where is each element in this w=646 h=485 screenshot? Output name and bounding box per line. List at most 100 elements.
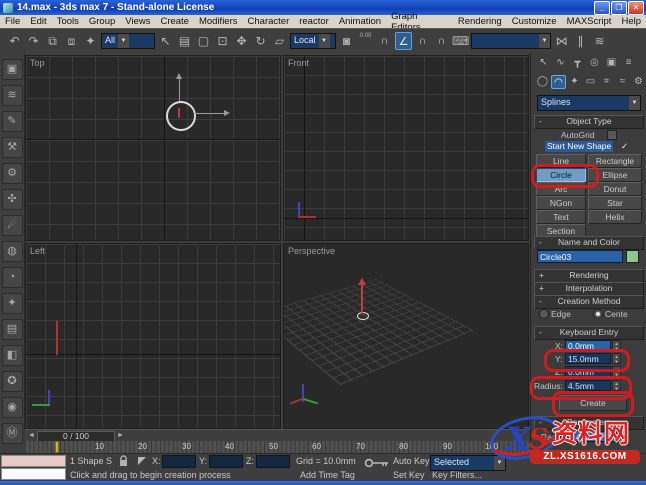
mirror-button[interactable]: ⋈ xyxy=(553,32,570,50)
layers-button[interactable]: ≋ xyxy=(591,32,608,50)
menu-maxscript[interactable]: MAXScript xyxy=(562,16,617,27)
viewport-left[interactable]: Left xyxy=(25,243,281,429)
left-toolbar-icon[interactable]: ◔ xyxy=(2,267,23,288)
menu-character[interactable]: Character xyxy=(243,16,295,27)
select-by-name-button[interactable]: ▤ xyxy=(176,32,193,50)
button-text[interactable]: Text xyxy=(536,210,586,224)
keyboard-override-button[interactable]: ⌨ xyxy=(452,32,469,50)
menu-group[interactable]: Group xyxy=(84,16,120,27)
rollout-keyboard-entry[interactable]: - Keyboard Entry xyxy=(534,326,644,340)
left-toolbar-icon[interactable]: ✣ xyxy=(2,189,23,210)
menu-reactor[interactable]: reactor xyxy=(294,16,334,27)
set-key-button[interactable]: Set Key xyxy=(393,470,425,480)
viewport-perspective[interactable]: Perspective xyxy=(283,243,529,429)
autogrid-checkbox[interactable] xyxy=(607,130,617,140)
tab-modify[interactable]: ∿ xyxy=(553,56,568,70)
start-new-shape-label[interactable]: Start New Shape xyxy=(545,141,613,152)
category-systems[interactable]: ⚙ xyxy=(631,75,646,89)
snap-toggle-button[interactable]: ∩ xyxy=(376,32,393,50)
tab-utilities[interactable]: ≡ xyxy=(621,56,636,70)
coordinate-system-dropdown[interactable]: Local ▼ xyxy=(290,33,336,49)
chevron-down-icon[interactable]: ▼ xyxy=(539,34,550,48)
left-toolbar-icon[interactable]: ◧ xyxy=(2,345,23,366)
left-toolbar-icon[interactable]: ≋ xyxy=(2,85,23,106)
select-scale-button[interactable]: ▱ xyxy=(271,32,288,50)
angle-snap-button[interactable]: ∠ xyxy=(395,32,412,50)
rollout-name-color[interactable]: - Name and Color xyxy=(534,236,644,250)
undo-button[interactable]: ↶ xyxy=(6,32,23,50)
left-toolbar-icon[interactable]: ✦ xyxy=(2,293,23,314)
button-star[interactable]: Star xyxy=(588,196,642,210)
z-coord-field[interactable] xyxy=(256,455,290,468)
menu-customize[interactable]: Customize xyxy=(507,16,562,27)
align-button[interactable]: ∥ xyxy=(572,32,589,50)
viewport-front[interactable]: Front xyxy=(283,55,529,241)
start-new-shape-check[interactable]: ✓ xyxy=(621,141,628,152)
category-cameras[interactable]: ▭ xyxy=(583,75,598,89)
left-toolbar-icon[interactable]: ⚒ xyxy=(2,137,23,158)
close-button[interactable]: ✕ xyxy=(628,1,644,15)
redo-button[interactable]: ↷ xyxy=(25,32,42,50)
category-shapes[interactable]: ◠ xyxy=(551,75,566,89)
button-ngon[interactable]: NGon xyxy=(536,196,586,210)
viewport-label[interactable]: Left xyxy=(30,246,45,256)
track-bar[interactable]: 10 20 30 40 50 60 70 80 90 100 xyxy=(25,441,530,453)
category-lights[interactable]: ✦ xyxy=(567,75,582,89)
add-time-tag[interactable]: Add Time Tag xyxy=(300,470,355,480)
tab-hierarchy[interactable]: ┳ xyxy=(570,56,585,70)
rollout-rendering[interactable]: + Rendering xyxy=(534,269,644,283)
chevron-down-icon[interactable]: ▼ xyxy=(319,34,330,48)
bind-spacewarp-button[interactable]: ✦ xyxy=(82,32,99,50)
frame-marker[interactable] xyxy=(55,441,59,453)
circle-shape[interactable] xyxy=(357,312,369,320)
menu-create[interactable]: Create xyxy=(155,16,194,27)
left-toolbar-icon[interactable]: ✎ xyxy=(2,111,23,132)
selection-lock-icon[interactable] xyxy=(118,455,129,467)
viewport-label[interactable]: Perspective xyxy=(288,246,335,256)
y-coord-field[interactable] xyxy=(209,455,243,468)
tab-motion[interactable]: ◎ xyxy=(587,56,602,70)
chevron-down-icon[interactable]: ▼ xyxy=(629,96,640,110)
menu-modifiers[interactable]: Modifiers xyxy=(194,16,243,27)
selection-region-button[interactable]: ▢ xyxy=(195,32,212,50)
listener-field[interactable] xyxy=(1,468,66,480)
left-toolbar-icon[interactable]: ▣ xyxy=(2,59,23,80)
maximize-button[interactable]: ❐ xyxy=(611,1,627,15)
circle-shape[interactable] xyxy=(166,101,196,131)
auto-key-button[interactable]: Auto Key xyxy=(393,456,430,466)
unlink-button[interactable]: ⧈ xyxy=(63,32,80,50)
menu-animation[interactable]: Animation xyxy=(334,16,386,27)
select-move-button[interactable]: ✥ xyxy=(233,32,250,50)
named-selection-dropdown[interactable]: ▼ xyxy=(471,33,551,49)
viewport-top[interactable]: Top xyxy=(25,55,281,241)
menu-file[interactable]: File xyxy=(0,16,25,27)
left-toolbar-icon[interactable]: ◉ xyxy=(2,397,23,418)
center-radio[interactable] xyxy=(593,309,603,319)
edge-radio[interactable] xyxy=(539,309,549,319)
object-name-field[interactable]: Circle03 xyxy=(537,250,623,263)
category-helpers[interactable]: ⌗ xyxy=(599,75,614,89)
menu-rendering[interactable]: Rendering xyxy=(453,16,507,27)
menu-tools[interactable]: Tools xyxy=(52,16,84,27)
select-object-button[interactable]: ↖ xyxy=(157,32,174,50)
viewport-label[interactable]: Front xyxy=(288,58,309,68)
key-icon[interactable] xyxy=(364,457,390,469)
object-color-swatch[interactable] xyxy=(626,250,639,263)
tab-create[interactable]: ↖ xyxy=(536,56,551,70)
viewport-label[interactable]: Top xyxy=(30,58,45,68)
menu-help[interactable]: Help xyxy=(616,16,646,27)
left-toolbar-icon[interactable]: ✪ xyxy=(2,371,23,392)
rollout-interpolation[interactable]: + Interpolation xyxy=(534,282,644,296)
select-rotate-button[interactable]: ↻ xyxy=(252,32,269,50)
left-toolbar-icon[interactable]: ◍ xyxy=(2,241,23,262)
rollout-creation-method[interactable]: - Creation Method xyxy=(534,295,644,309)
prev-frame-arrow[interactable]: ◄ xyxy=(28,431,35,441)
chevron-down-icon[interactable]: ▼ xyxy=(118,34,129,48)
spinner-snap-button[interactable]: ∩ xyxy=(433,32,450,50)
category-geometry[interactable]: ◯ xyxy=(535,75,550,89)
shape-category-dropdown[interactable]: Splines ▼ xyxy=(537,95,641,111)
minimize-button[interactable]: _ xyxy=(594,1,610,15)
next-frame-arrow[interactable]: ► xyxy=(117,431,124,441)
menu-views[interactable]: Views xyxy=(120,16,155,27)
x-coord-field[interactable] xyxy=(162,455,196,468)
